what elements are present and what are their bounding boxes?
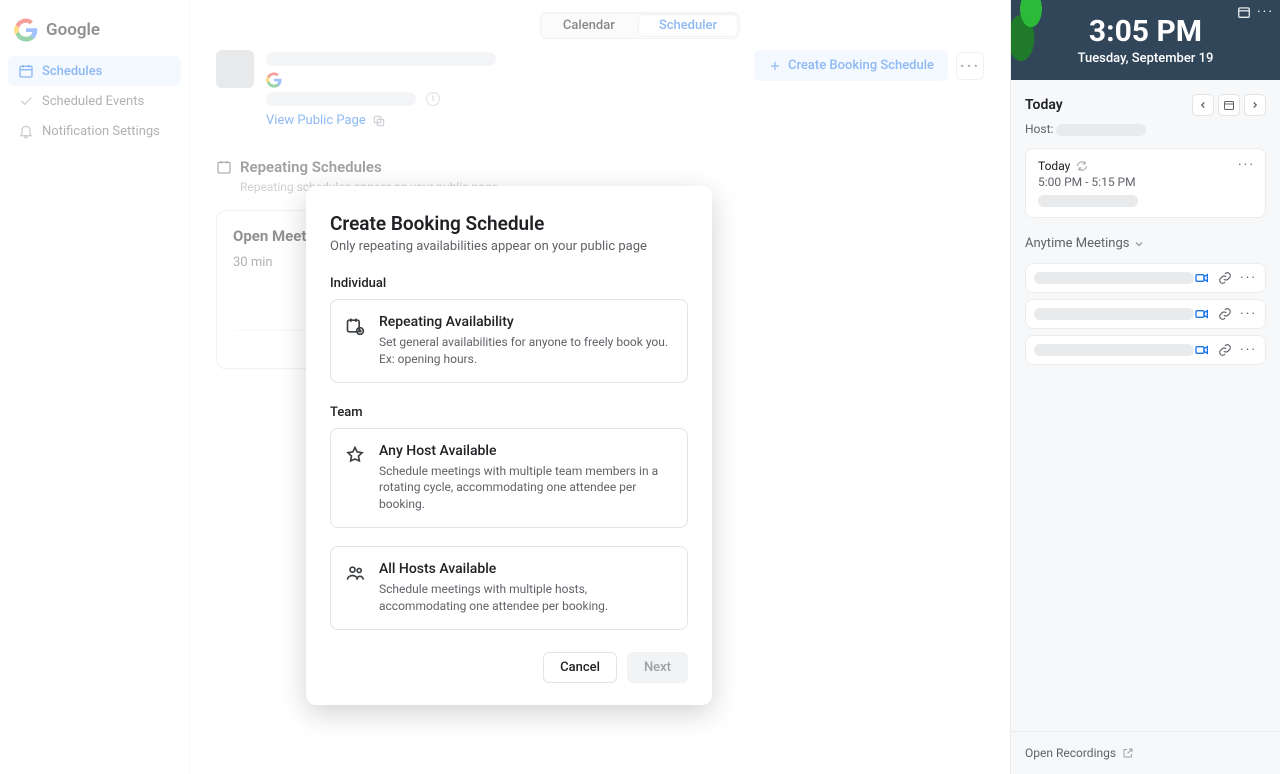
widget-more-icon[interactable]: ··· — [1257, 4, 1274, 20]
host-label-row: Host: — [1025, 122, 1266, 136]
clock-time: 3:05 PM — [1025, 14, 1266, 49]
option-repeating-availability[interactable]: Repeating Availability Set general avail… — [330, 299, 688, 383]
link-icon[interactable] — [1218, 343, 1232, 357]
widget-calendar-icon[interactable] — [1237, 5, 1251, 19]
repeat-icon — [1076, 160, 1088, 172]
host-name-redacted — [1056, 124, 1146, 136]
anytime-meeting-item[interactable]: ··· — [1025, 263, 1266, 293]
video-icon[interactable] — [1194, 306, 1210, 322]
meeting-more-button[interactable]: ··· — [1240, 342, 1257, 358]
host-label: Host: — [1025, 122, 1053, 136]
right-panel: ··· 3:05 PM Tuesday, September 19 Today … — [1010, 0, 1280, 774]
next-button[interactable]: Next — [627, 652, 688, 683]
event-more-button[interactable]: ··· — [1238, 157, 1255, 173]
calendar-icon — [1223, 99, 1235, 111]
link-icon[interactable] — [1218, 307, 1232, 321]
modal-group-team: Team — [330, 405, 688, 420]
today-heading: Today — [1025, 97, 1063, 113]
meeting-title-redacted — [1034, 272, 1194, 284]
external-link-icon — [1122, 747, 1134, 759]
open-recordings-label: Open Recordings — [1025, 746, 1116, 760]
cancel-button[interactable]: Cancel — [543, 652, 617, 683]
today-button[interactable] — [1218, 94, 1240, 116]
clock-date: Tuesday, September 19 — [1025, 51, 1266, 66]
option-title: Repeating Availability — [379, 314, 673, 330]
option-title: Any Host Available — [379, 443, 673, 459]
anytime-heading: Anytime Meetings — [1025, 236, 1129, 251]
today-event-card[interactable]: ··· Today 5:00 PM - 5:15 PM — [1025, 148, 1266, 218]
prev-day-button[interactable] — [1192, 94, 1214, 116]
anytime-meeting-item[interactable]: ··· — [1025, 299, 1266, 329]
create-booking-schedule-modal: Create Booking Schedule Only repeating a… — [306, 186, 712, 705]
event-title-redacted — [1038, 195, 1138, 207]
next-day-button[interactable] — [1244, 94, 1266, 116]
meeting-title-redacted — [1034, 344, 1194, 356]
option-desc: Set general availabilities for anyone to… — [379, 334, 673, 368]
chevron-left-icon — [1198, 100, 1208, 110]
clock-widget: ··· 3:05 PM Tuesday, September 19 — [1011, 0, 1280, 80]
meeting-more-button[interactable]: ··· — [1240, 306, 1257, 322]
anytime-meeting-item[interactable]: ··· — [1025, 335, 1266, 365]
option-title: All Hosts Available — [379, 561, 673, 577]
chevron-right-icon — [1250, 100, 1260, 110]
meeting-more-button[interactable]: ··· — [1240, 270, 1257, 286]
open-recordings-link[interactable]: Open Recordings — [1011, 731, 1280, 774]
modal-title: Create Booking Schedule — [330, 212, 688, 235]
star-icon — [345, 445, 365, 465]
modal-subtitle: Only repeating availabilities appear on … — [330, 239, 688, 254]
event-time: 5:00 PM - 5:15 PM — [1038, 175, 1253, 189]
option-any-host[interactable]: Any Host Available Schedule meetings wit… — [330, 428, 688, 528]
anytime-meetings-header[interactable]: Anytime Meetings — [1011, 218, 1280, 257]
option-desc: Schedule meetings with multiple hosts, a… — [379, 581, 673, 615]
video-icon[interactable] — [1194, 342, 1210, 358]
chevron-down-icon — [1133, 238, 1145, 250]
meeting-title-redacted — [1034, 308, 1194, 320]
modal-group-individual: Individual — [330, 276, 688, 291]
leaf-decoration-icon — [1011, 0, 1057, 80]
video-icon[interactable] — [1194, 270, 1210, 286]
users-icon — [345, 563, 365, 583]
option-desc: Schedule meetings with multiple team mem… — [379, 463, 673, 513]
calendar-plus-icon — [345, 316, 365, 336]
option-all-hosts[interactable]: All Hosts Available Schedule meetings wi… — [330, 546, 688, 630]
today-section: Today Host: ··· Today — [1011, 80, 1280, 218]
event-day: Today — [1038, 159, 1070, 173]
link-icon[interactable] — [1218, 271, 1232, 285]
